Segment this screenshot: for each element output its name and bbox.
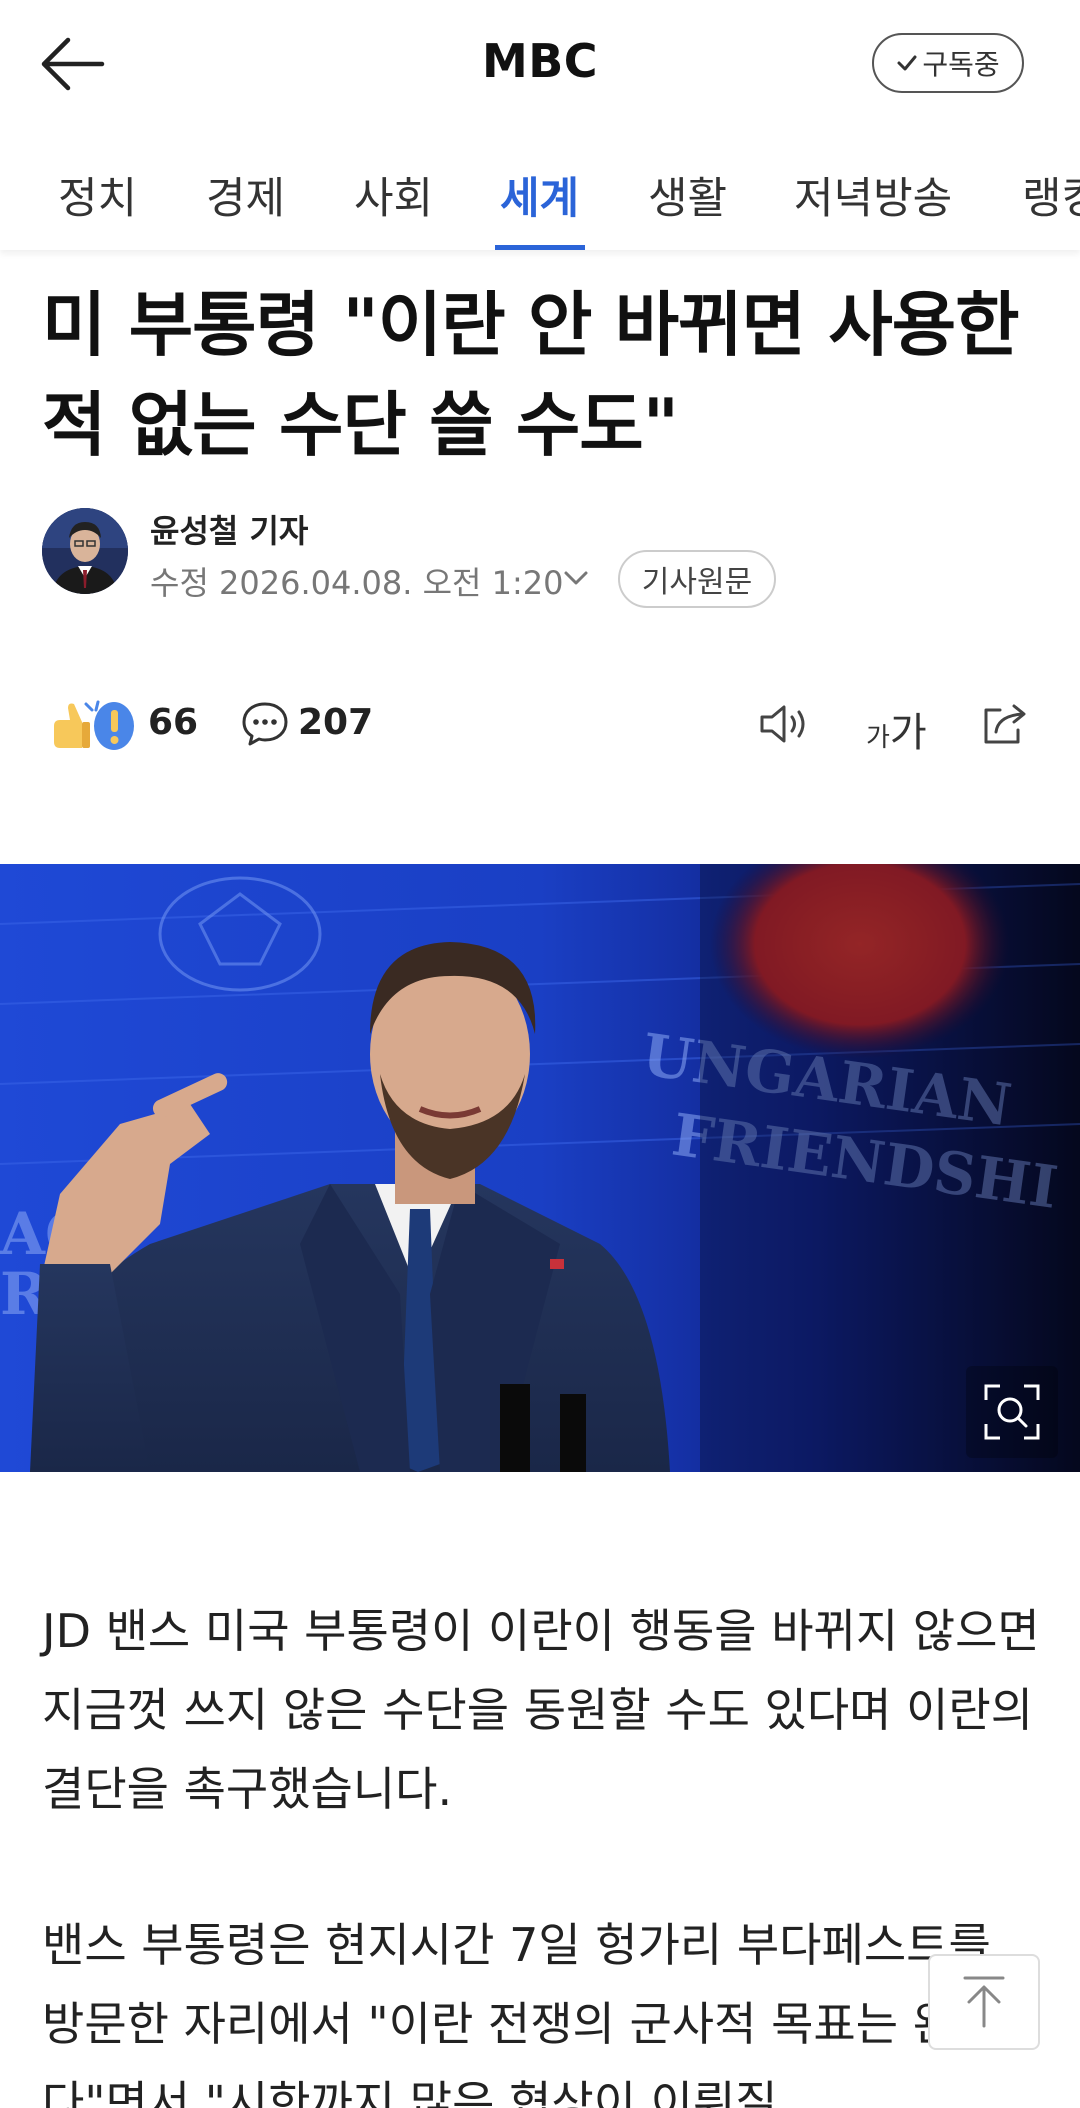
speaker-icon[interactable]	[756, 700, 812, 748]
tab-politics[interactable]: 정치	[58, 164, 137, 226]
article-paragraph-1: JD 밴스 미국 부통령이 이란이 행동을 바뀌지 않으면 지금껏 쓰지 않은 …	[42, 1604, 1040, 1816]
reaction-count: 66	[148, 702, 199, 743]
tab-society[interactable]: 사회	[354, 164, 433, 226]
reporter-photo	[42, 508, 128, 594]
subscribe-label: 구독중	[922, 48, 1000, 81]
font-size-large: 가	[889, 710, 927, 756]
scroll-to-top-button[interactable]	[928, 1954, 1040, 2050]
arrow-up-icon	[963, 1976, 1005, 2028]
tab-ranking[interactable]: 랭킹	[1022, 164, 1080, 226]
comment-icon[interactable]	[240, 700, 290, 748]
share-icon[interactable]	[978, 700, 1032, 748]
original-article-button[interactable]: 기사원문	[618, 550, 776, 608]
reporter-avatar[interactable]	[42, 508, 128, 594]
vance-speech-photo: UNGARIAN FRIENDSHI AGY RA	[0, 864, 1080, 1472]
zoom-icon[interactable]	[966, 1366, 1058, 1458]
font-size-button[interactable]: 가가	[866, 700, 927, 758]
category-tabs: 정치 경제 사회 세계 생활 저녁방송 랭킹	[0, 150, 1080, 250]
active-tab-indicator	[495, 245, 585, 250]
reporter-name[interactable]: 윤성철 기자	[150, 506, 308, 552]
reaction-button[interactable]	[48, 696, 138, 756]
top-app-bar: MBC 구독중 정치 경제 사회 세계 생활 저녁방송 랭킹	[0, 0, 1080, 250]
tab-evening-broadcast[interactable]: 저녁방송	[794, 164, 952, 226]
comment-count[interactable]: 207	[298, 702, 373, 743]
reaction-emoji-icon	[54, 700, 134, 750]
tab-life[interactable]: 생활	[648, 164, 727, 226]
article-photo[interactable]: UNGARIAN FRIENDSHI AGY RA	[0, 864, 1080, 1472]
check-icon	[897, 55, 917, 71]
article-headline: 미 부통령 "이란 안 바뀌면 사용한 적 없는 수단 쓸 수도"	[42, 284, 1020, 466]
article-paragraph-2: 밴스 부통령은 현지시간 7일 헝가리 부다페스트를 방문한 자리에서 "이란 …	[42, 1918, 1040, 2108]
chevron-down-icon[interactable]	[562, 568, 590, 588]
font-size-small: 가	[866, 723, 890, 753]
subscribe-button[interactable]: 구독중	[872, 33, 1024, 93]
article-date: 수정 2026.04.08. 오전 1:20	[150, 564, 564, 602]
tab-economy[interactable]: 경제	[206, 164, 285, 226]
tab-world[interactable]: 세계	[500, 164, 579, 226]
